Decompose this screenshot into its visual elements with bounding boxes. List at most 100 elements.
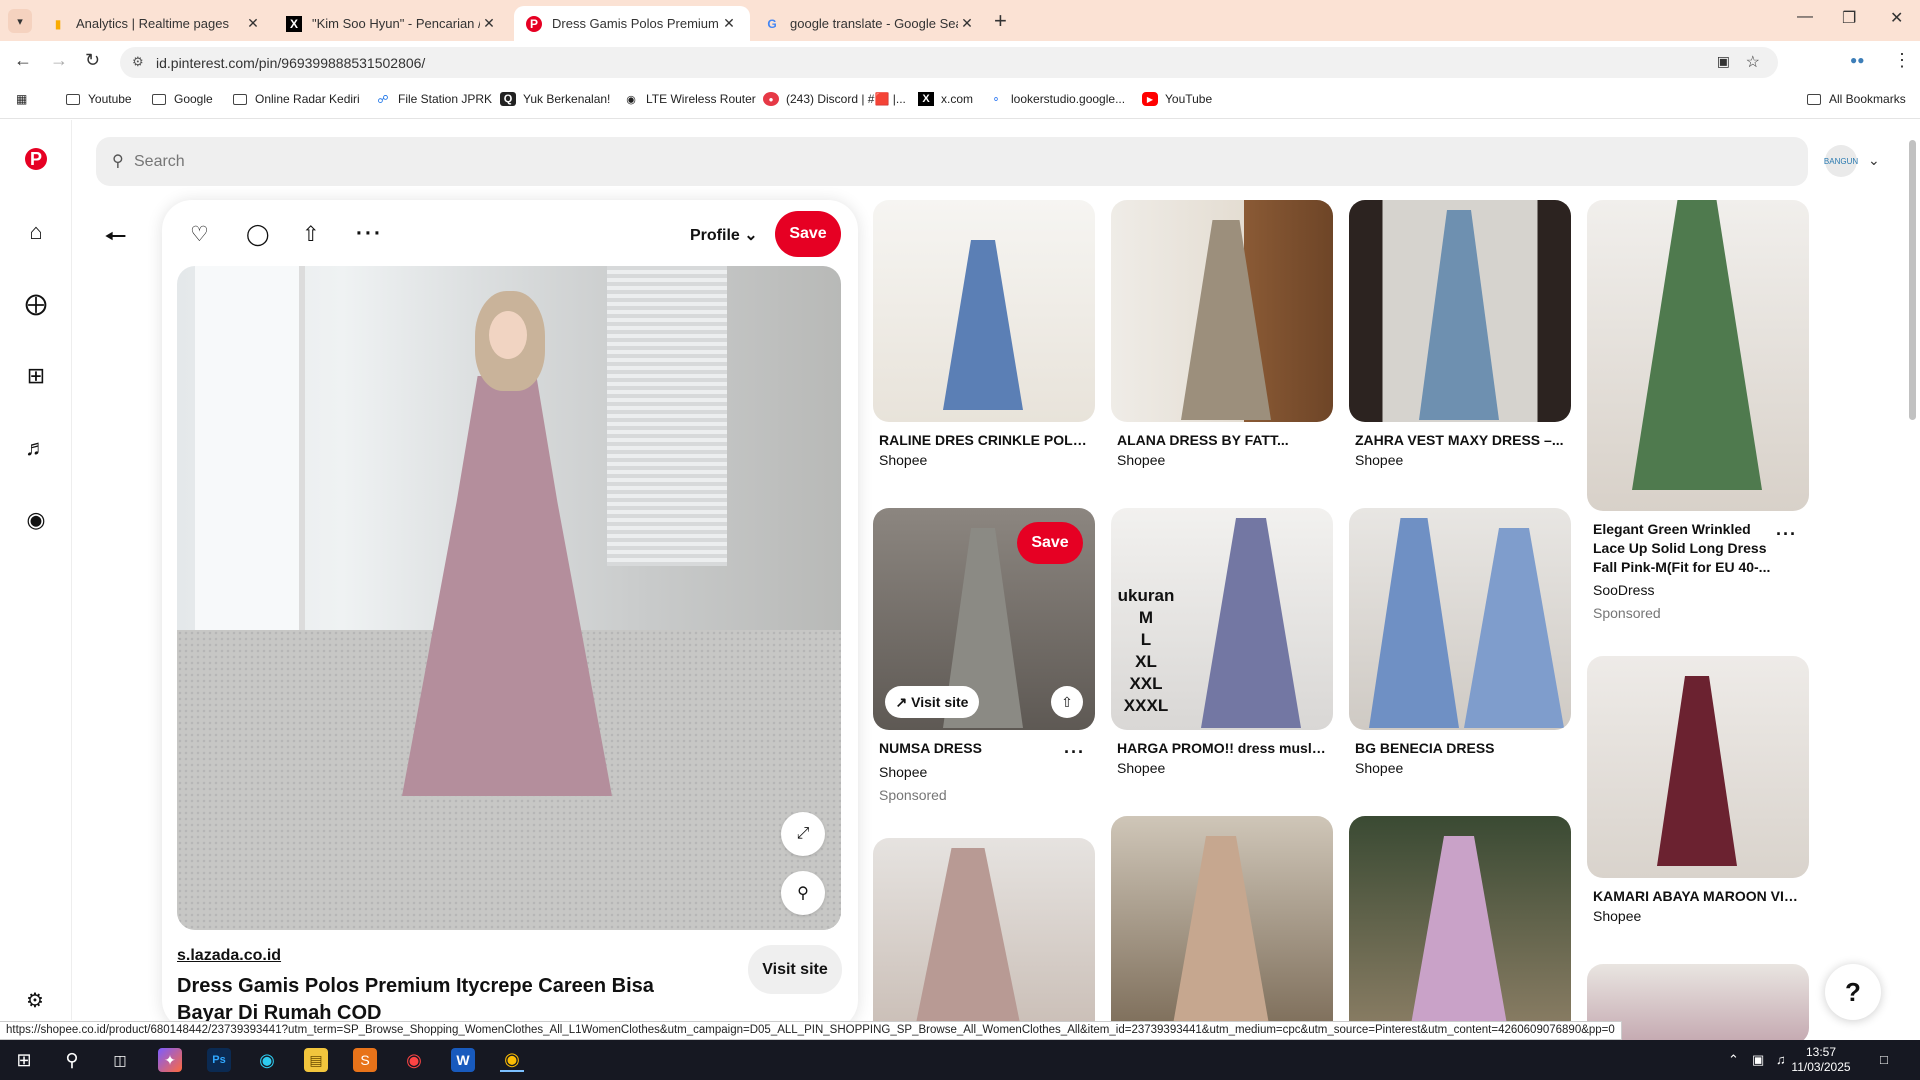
create-plus-icon[interactable]: ⊞ (22, 362, 50, 390)
back-arrow-icon[interactable]: 🠔 (104, 218, 127, 262)
help-question-icon[interactable]: ? (1825, 964, 1881, 1020)
bookmark-discord[interactable]: ● (243) Discord | #🟥 |... (763, 92, 906, 106)
tab-x[interactable]: X "Kim Soo Hyun" - Pencarian / X ✕ (274, 6, 510, 41)
pin-image[interactable] (1587, 200, 1809, 511)
windows-start-icon[interactable]: ⊞ (12, 1048, 36, 1072)
pin-card-source[interactable]: Shopee (1355, 760, 1403, 776)
pin-save-button[interactable]: Save (1017, 522, 1083, 564)
bookmark-lookerstudio[interactable]: ⚬ lookerstudio.google... (988, 92, 1125, 106)
pin-card-source[interactable]: Shopee (1117, 760, 1165, 776)
install-app-icon[interactable]: ▣ (1717, 53, 1730, 70)
window-close-icon[interactable]: ✕ (1890, 8, 1903, 28)
pin-image[interactable] (1111, 816, 1333, 1038)
taskbar-clock[interactable]: 13:57 11/03/2025 (1790, 1045, 1852, 1075)
bookmark-star-icon[interactable]: ☆ (1746, 52, 1760, 72)
bookmark-youtube-folder[interactable]: Youtube (65, 92, 132, 106)
page-scrollbar[interactable] (1905, 120, 1920, 1040)
search-icon[interactable]: ⚲ (60, 1048, 84, 1072)
pin-card-title[interactable]: BG BENECIA DRESS (1355, 740, 1565, 756)
visit-site-button[interactable]: Visit site (748, 945, 842, 994)
close-icon[interactable]: ✕ (720, 15, 738, 32)
pin-card-title[interactable]: KAMARI ABAYA MAROON VIR... (1593, 888, 1803, 904)
profile-dropdown[interactable]: Profile ⌄ (690, 225, 758, 245)
tab-google[interactable]: G google translate - Google Sear ✕ (752, 6, 988, 41)
copilot-icon[interactable]: ✦ (158, 1048, 182, 1072)
bookmark-youtube[interactable]: ▶ YouTube (1142, 92, 1212, 106)
tab-search-icon[interactable]: ▾ (8, 9, 32, 33)
scrollbar-thumb[interactable] (1909, 140, 1916, 420)
bookmark-file-station[interactable]: ☍ File Station JPRK (375, 92, 492, 106)
explore-compass-icon[interactable]: ⨁ (22, 290, 50, 318)
home-icon[interactable]: ⌂ (22, 218, 50, 246)
reload-icon[interactable]: ↻ (85, 50, 100, 71)
tab-analytics[interactable]: ▮ Analytics | Realtime pages ✕ (38, 6, 274, 41)
pin-share-icon[interactable]: ⇧ (1051, 686, 1083, 718)
new-tab-plus-icon[interactable]: + (994, 8, 1007, 34)
network-icon[interactable]: ▣ (1752, 1052, 1764, 1068)
pinterest-logo-icon[interactable]: P (25, 148, 47, 170)
tab-pinterest[interactable]: P Dress Gamis Polos Premium Ity ✕ (514, 6, 750, 41)
file-explorer-icon[interactable]: ▤ (304, 1048, 328, 1072)
back-arrow-icon[interactable]: ← (14, 50, 32, 71)
expand-icon[interactable]: ⤢ (781, 812, 825, 856)
site-info-icon[interactable]: ⚙ (132, 54, 144, 70)
bookmark-x[interactable]: Xx.com (918, 92, 973, 106)
pin-image[interactable] (1587, 656, 1809, 878)
sublime-icon[interactable]: S (353, 1048, 377, 1072)
pin-card-title[interactable]: HARGA PROMO!! dress muslim... (1117, 740, 1327, 756)
menu-kebab-icon[interactable]: ⋮ (1893, 50, 1911, 71)
pin-card-title[interactable]: NUMSA DRESS (879, 740, 1029, 756)
account-chevron-down-icon[interactable]: ⌄ (1868, 152, 1880, 169)
source-link[interactable]: s.lazada.co.id (177, 947, 281, 965)
chrome-alt-icon[interactable]: ◉ (402, 1048, 426, 1072)
search-input[interactable]: ⚲ Search (96, 137, 1808, 186)
bookmark-yuk-berkenalan[interactable]: Q Yuk Berkenalan! (500, 92, 610, 106)
pin-more-icon[interactable]: ··· (1776, 524, 1797, 545)
bookmark-radar-kediri[interactable]: Online Radar Kediri (232, 92, 360, 106)
pin-card-title[interactable]: ALANA DRESS BY FATT... (1117, 432, 1327, 448)
pin-card-source[interactable]: Shopee (1117, 452, 1165, 468)
profile-icon[interactable]: ●● (1850, 53, 1865, 67)
pin-card-source[interactable]: Shopee (1593, 908, 1641, 924)
pin-image[interactable] (1349, 200, 1571, 422)
settings-gear-icon[interactable]: ⚙ (26, 988, 44, 1013)
more-options-icon[interactable]: ··· (356, 222, 383, 246)
pin-card-title[interactable]: RALINE DRES CRINKLE POLOS... (879, 432, 1089, 448)
bookmark-lte-router[interactable]: ◉ LTE Wireless Router (623, 92, 756, 106)
pin-card-title[interactable]: Elegant Green Wrinkled Lace Up Solid Lon… (1593, 520, 1778, 577)
messages-icon[interactable]: ◉ (22, 506, 50, 534)
comment-icon[interactable]: ◯ (246, 222, 270, 247)
pin-card-source[interactable]: Shopee (879, 764, 927, 780)
close-icon[interactable]: ✕ (958, 15, 976, 32)
pin-main-image[interactable]: ⤢ ⚲ (177, 266, 841, 930)
save-button[interactable]: Save (775, 211, 841, 257)
visual-search-icon[interactable]: ⚲ (781, 871, 825, 915)
pin-image[interactable] (1111, 200, 1333, 422)
all-bookmarks[interactable]: All Bookmarks (1806, 92, 1906, 106)
bookmark-google-folder[interactable]: Google (151, 92, 213, 106)
pin-visit-site-button[interactable]: ↗ Visit site (885, 686, 979, 718)
pin-card-title[interactable]: ZAHRA VEST MAXY DRESS –... (1355, 432, 1565, 448)
pin-more-icon[interactable]: ··· (1064, 742, 1085, 763)
pin-card-source[interactable]: Shopee (879, 452, 927, 468)
pin-image[interactable] (1349, 508, 1571, 730)
share-icon[interactable]: ⇧ (302, 222, 320, 247)
forward-arrow-icon[interactable]: → (50, 50, 68, 71)
photoshop-icon[interactable]: Ps (207, 1048, 231, 1072)
address-bar[interactable]: ⚙ id.pinterest.com/pin/96939988853150280… (120, 47, 1778, 78)
heart-icon[interactable]: ♡ (190, 222, 209, 247)
volume-icon[interactable]: ♫ (1776, 1052, 1786, 1067)
pin-image[interactable] (1349, 816, 1571, 1038)
pin-image[interactable] (873, 200, 1095, 422)
pin-card-source[interactable]: SooDress (1593, 582, 1654, 598)
notification-center-icon[interactable]: □ (1880, 1052, 1888, 1067)
task-view-icon[interactable]: ◫ (108, 1048, 132, 1072)
chrome-icon[interactable]: ◉ (500, 1048, 524, 1072)
edge-icon[interactable]: ◉ (255, 1048, 279, 1072)
tray-chevron-up-icon[interactable]: ⌃ (1728, 1052, 1739, 1068)
pin-image[interactable] (873, 838, 1095, 1038)
word-icon[interactable]: W (451, 1048, 475, 1072)
close-icon[interactable]: ✕ (480, 15, 498, 32)
restore-icon[interactable]: ❐ (1842, 8, 1856, 28)
minimize-icon[interactable]: — (1797, 8, 1813, 26)
